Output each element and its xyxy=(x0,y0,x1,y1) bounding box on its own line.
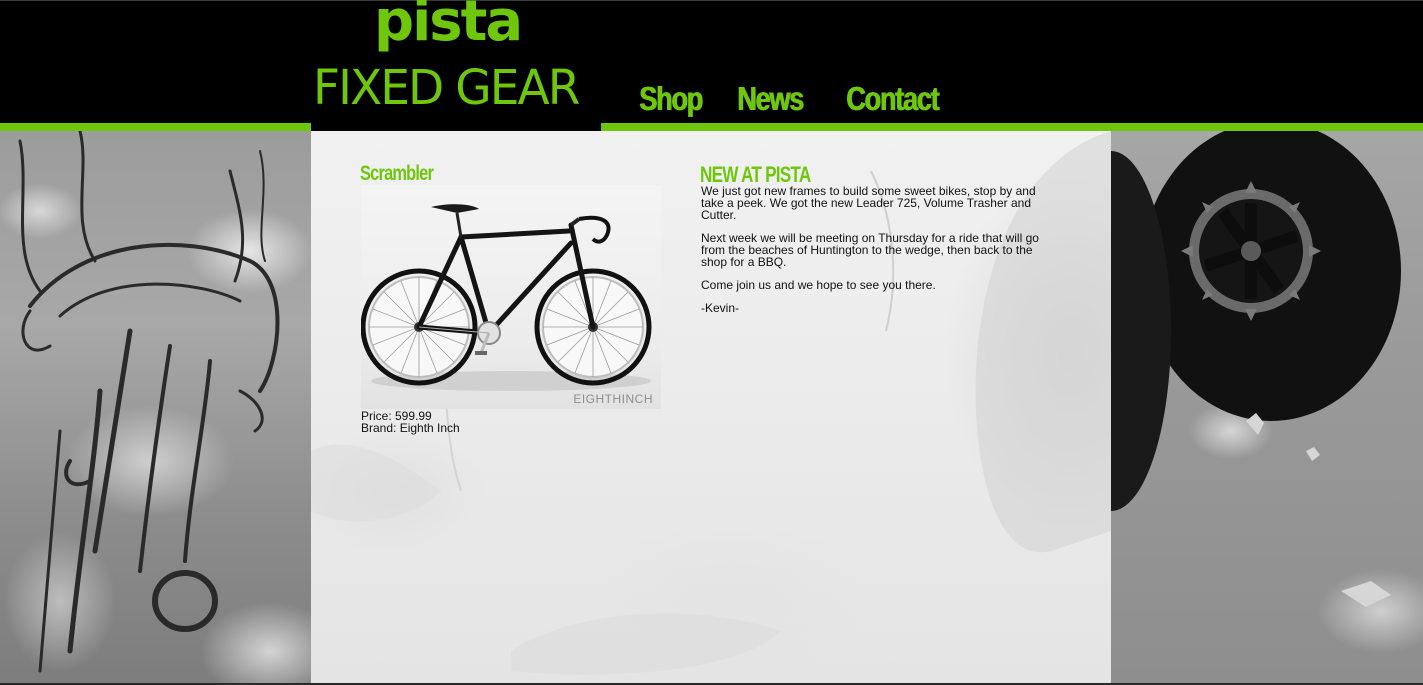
nav-item-news: News xyxy=(737,82,846,122)
nav-item-contact: Contact xyxy=(846,82,976,122)
logo-wordmark-fixed-gear: FIXED GEAR xyxy=(313,60,580,116)
bicycle-illustration xyxy=(361,204,652,391)
nav-link-contact[interactable]: Contact xyxy=(846,82,953,115)
news-signature: -Kevin- xyxy=(701,301,740,315)
nav-link-news[interactable]: News xyxy=(737,82,826,115)
nav-link-shop[interactable]: Shop xyxy=(639,82,719,115)
news-body: We just got new frames to build some swe… xyxy=(701,185,1051,325)
background-right-wall-art xyxy=(1111,131,1423,685)
news-paragraph: Next week we will be meeting on Thursday… xyxy=(701,231,1039,269)
background-left-wall-art xyxy=(0,131,311,685)
news-paragraph: We just got new frames to build some swe… xyxy=(701,184,1036,222)
logo-wordmark-pista: pista xyxy=(374,0,523,54)
wall-graffiti-figure xyxy=(18,131,280,673)
main-nav: Shop News Contact xyxy=(639,82,976,122)
product-image[interactable]: EIGHTHINCH xyxy=(361,185,661,409)
news-paragraph: Come join us and we hope to see you ther… xyxy=(701,278,936,292)
product-brand: Brand: Eighth Inch xyxy=(361,421,460,435)
logo-notch xyxy=(311,123,601,131)
news-heading: NEW AT PISTA xyxy=(700,162,811,187)
nav-item-shop: Shop xyxy=(639,82,737,122)
header-accent-rule xyxy=(0,123,1423,131)
image-watermark: EIGHTHINCH xyxy=(573,392,653,406)
site-logo[interactable]: pista FIXED GEAR xyxy=(311,0,601,123)
product-title[interactable]: Scrambler xyxy=(360,163,434,184)
wall-chainring-graffiti xyxy=(1111,131,1401,607)
product-details: Price: 599.99 Brand: Eighth Inch xyxy=(361,410,460,434)
